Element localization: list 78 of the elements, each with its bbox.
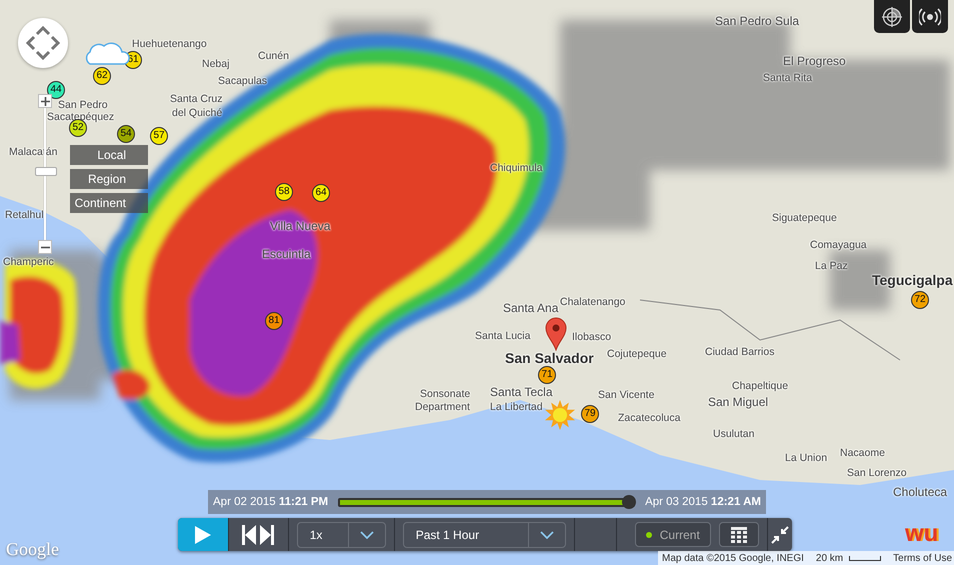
place-label: Tegucigalpa — [872, 274, 953, 287]
place-label: San Pedro Sula — [715, 15, 800, 28]
chevron-down-icon — [540, 530, 554, 538]
zoom-out-button[interactable] — [38, 240, 52, 254]
place-label: Santa Cruz — [170, 93, 223, 106]
temperature-marker[interactable]: 79 — [581, 405, 599, 423]
place-label: Sonsonate — [420, 388, 470, 401]
place-label: Santa Lucia — [475, 330, 530, 343]
signal-icon — [919, 8, 941, 26]
zoom-level-button[interactable]: Region — [70, 169, 148, 189]
place-label: Department — [415, 401, 470, 414]
temperature-marker[interactable]: 44 — [47, 81, 65, 99]
current-button[interactable]: Current — [634, 522, 711, 547]
zoom-level-button[interactable]: Local — [70, 145, 148, 165]
temperature-marker[interactable]: 57 — [150, 127, 168, 145]
place-label: La Union — [785, 452, 828, 465]
collapse-arrows-icon — [770, 526, 789, 544]
place-label: El Progreso — [783, 55, 846, 68]
scale-bar-icon — [849, 556, 882, 560]
place-label: Nacaome — [840, 447, 885, 460]
temperature-marker[interactable]: 52 — [69, 119, 87, 137]
end-time: Apr 03 2015 12:21 AM — [645, 496, 761, 508]
place-label: Chapeltique — [732, 380, 788, 393]
google-logo: Google — [6, 539, 59, 560]
time-range-dropdown[interactable]: Past 1 Hour — [402, 522, 566, 548]
plus-icon — [40, 96, 50, 106]
place-label: Santa Ana — [503, 302, 558, 315]
broadcast-button[interactable] — [912, 0, 948, 33]
skip-icons — [241, 524, 276, 544]
place-label: San Salvador — [505, 352, 594, 365]
place-label: Ilobasco — [572, 331, 612, 344]
temperature-marker[interactable]: 62 — [93, 67, 111, 85]
place-label: Siguatepeque — [772, 212, 837, 225]
timeline-track[interactable] — [338, 498, 636, 506]
start-time: Apr 02 2015 11:21 PM — [213, 496, 328, 508]
place-label: San Pedro — [58, 99, 108, 112]
place-label: Escuintla — [262, 248, 311, 261]
place-label: Chalatenango — [560, 296, 626, 309]
temperature-marker[interactable]: 54 — [117, 125, 135, 143]
zoom-slider-handle[interactable] — [35, 167, 57, 176]
terms-link[interactable]: Terms of Use — [893, 552, 952, 564]
scale-label: 20 km — [816, 552, 844, 564]
map-attribution: Map data ©2015 Google, INEGI — [662, 552, 804, 564]
brand-logo: wu — [905, 520, 938, 548]
temperature-marker[interactable]: 72 — [911, 291, 929, 309]
calendar-icon — [730, 526, 747, 542]
radar-icon — [882, 6, 902, 26]
place-label: Usulutan — [713, 428, 754, 441]
place-label: Retalhul — [5, 209, 44, 222]
play-icon — [194, 526, 212, 544]
sun-icon — [545, 400, 575, 430]
calendar-button[interactable] — [718, 522, 759, 547]
place-label: Cojutepeque — [607, 348, 667, 361]
place-label: San Miguel — [708, 396, 768, 409]
place-label: Santa Tecla — [490, 386, 552, 399]
place-label: Huehuetenango — [132, 38, 207, 51]
place-label: Ciudad Barrios — [705, 346, 774, 359]
place-label: La Libertad — [490, 401, 543, 414]
place-label: San Lorenzo — [847, 467, 907, 480]
speed-dropdown[interactable]: 1x — [296, 522, 386, 548]
place-label: La Paz — [815, 260, 848, 273]
pan-arrows-icon — [25, 25, 61, 61]
place-label: Choluteca — [893, 486, 948, 499]
radar-button[interactable] — [874, 0, 910, 33]
timeline-handle[interactable] — [622, 494, 636, 508]
place-label: Comayagua — [810, 239, 867, 252]
place-label: Zacatecoluca — [618, 412, 680, 425]
zoom-level-button[interactable]: Continent — [70, 193, 148, 213]
zoom-in-button[interactable] — [38, 94, 52, 108]
place-label: Nebaj — [202, 58, 230, 71]
place-label: Malacatán — [9, 146, 58, 159]
temperature-marker[interactable]: 71 — [538, 366, 556, 384]
pan-control[interactable] — [18, 18, 68, 68]
place-label: Cunén — [258, 50, 289, 63]
chevron-down-icon — [360, 530, 374, 538]
place-label: Santa Rita — [763, 72, 812, 85]
location-pin-icon — [545, 317, 567, 351]
place-label: San Vicente — [598, 389, 654, 402]
